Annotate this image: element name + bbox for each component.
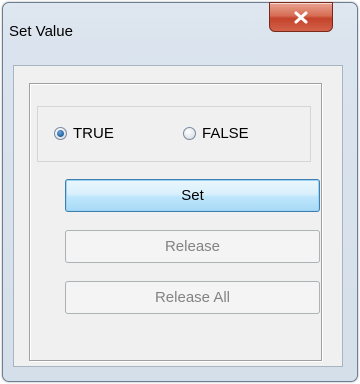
dialog-client-area: TRUE FALSE Set Release Release All xyxy=(13,65,343,367)
close-button[interactable] xyxy=(269,2,333,32)
radio-true[interactable]: TRUE xyxy=(54,125,114,142)
radio-true-label: TRUE xyxy=(73,125,114,142)
radio-checked-icon xyxy=(54,127,67,140)
set-value-dialog: Set Value TRUE FALSE Set Release Release… xyxy=(2,2,358,382)
value-radio-group: TRUE FALSE xyxy=(37,106,311,162)
release-all-button[interactable]: Release All xyxy=(65,281,320,314)
close-icon xyxy=(294,11,308,24)
release-button[interactable]: Release xyxy=(65,230,320,263)
window-title: Set Value xyxy=(9,23,73,40)
radio-false[interactable]: FALSE xyxy=(183,125,249,142)
radio-unchecked-icon xyxy=(183,127,196,140)
set-button[interactable]: Set xyxy=(65,179,320,212)
radio-false-label: FALSE xyxy=(202,125,249,142)
